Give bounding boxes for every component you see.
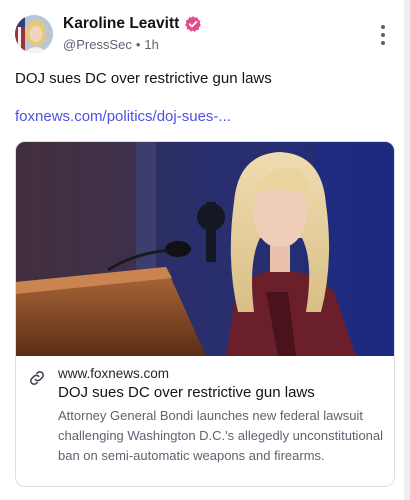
avatar[interactable] — [15, 15, 53, 53]
author-display-name[interactable]: Karoline Leavitt — [63, 15, 179, 33]
author-meta: @PressSec • 1h — [63, 37, 159, 52]
card-image[interactable] — [16, 142, 394, 356]
card-description: Attorney General Bondi launches new fede… — [58, 408, 384, 463]
post-timestamp[interactable]: 1h — [144, 37, 158, 52]
scrollbar-track[interactable] — [404, 0, 410, 500]
card-info: www.foxnews.com DOJ sues DC over restric… — [16, 356, 394, 486]
post-text: DOJ sues DC over restrictive gun laws — [15, 70, 272, 87]
more-options-icon[interactable] — [374, 25, 392, 45]
link-icon — [27, 368, 47, 388]
author-handle[interactable]: @PressSec — [63, 37, 132, 52]
card-title[interactable]: DOJ sues DC over restrictive gun laws — [58, 384, 315, 401]
post: Karoline Leavitt @PressSec • 1h DOJ sues… — [0, 0, 404, 500]
author-row: Karoline Leavitt — [63, 15, 202, 33]
meta-separator: • — [135, 37, 141, 52]
avatar-image — [15, 15, 53, 53]
card-domain: www.foxnews.com — [58, 366, 170, 381]
link-preview-card[interactable]: www.foxnews.com DOJ sues DC over restric… — [15, 141, 395, 487]
post-link[interactable]: foxnews.com/politics/doj-sues-... — [15, 108, 231, 125]
verified-badge-icon — [184, 15, 202, 33]
